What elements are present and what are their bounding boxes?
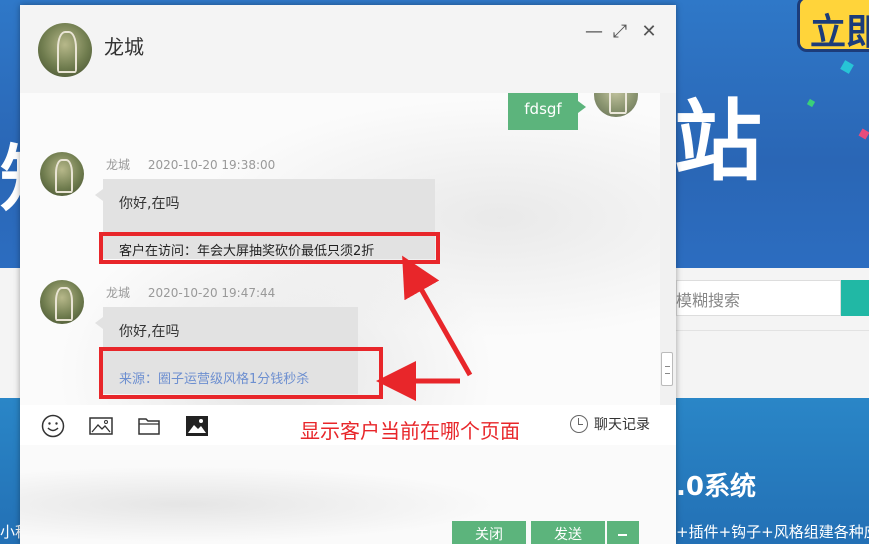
smile-icon[interactable] — [40, 413, 66, 439]
scrollbar-thumb[interactable] — [661, 352, 673, 386]
chat-header: 龙城 — ⤢ ✕ — [20, 5, 676, 93]
bg-search-button[interactable] — [841, 280, 869, 316]
picture-icon[interactable] — [184, 413, 210, 439]
chat-toolbar: 显示客户当前在哪个页面 聊天记录 — [20, 405, 676, 445]
bg-search-placeholder: 模糊搜索 — [676, 291, 741, 310]
chat-history-label: 聊天记录 — [594, 417, 650, 433]
arrow-to-visit — [402, 255, 473, 377]
bg-bottom-title: .0系统 — [676, 472, 756, 502]
clock-icon — [570, 415, 588, 433]
folder-icon[interactable] — [136, 413, 162, 439]
bg-bottom-desc: +插件+钩子+风格组建各种应用 — [676, 523, 869, 541]
maximize-icon[interactable]: ⤢ — [610, 22, 630, 42]
annotation-arrows — [376, 255, 473, 401]
bg-badge-label: 立即 — [810, 12, 869, 53]
bg-banner-big-text: 站 — [674, 90, 762, 193]
chat-window: 龙城 — ⤢ ✕ fdsgf 龙城 2020-10-20 19:38:00 你好… — [20, 5, 676, 544]
close-icon[interactable]: ✕ — [639, 22, 659, 42]
image-icon[interactable] — [88, 413, 114, 439]
send-options-dropdown[interactable] — [607, 521, 639, 544]
send-button[interactable]: 发送 — [531, 521, 605, 544]
annotation-note: 显示客户当前在哪个页面 — [300, 419, 520, 443]
minimize-icon[interactable]: — — [584, 22, 604, 42]
chat-history-button[interactable]: 聊天记录 — [570, 414, 650, 434]
bg-badge[interactable]: 立即 — [797, 0, 869, 53]
close-chat-button[interactable]: 关闭 — [452, 521, 526, 544]
divider — [676, 330, 869, 331]
contact-avatar[interactable] — [38, 23, 92, 77]
contact-name: 龙城 — [104, 35, 144, 59]
message-list: fdsgf 龙城 2020-10-20 19:38:00 你好,在吗 客户在访问… — [20, 93, 660, 405]
